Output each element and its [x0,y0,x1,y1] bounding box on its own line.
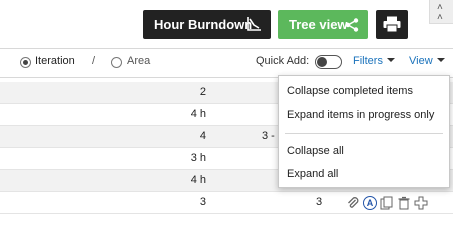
toggle-knob [317,57,327,67]
printer-icon [383,16,401,33]
burndown-chart-icon [247,17,261,31]
menu-item-expand-all[interactable]: Expand all [287,168,338,180]
menu-item-expand-in-progress[interactable]: Expand items in progress only [287,109,434,121]
iteration-label[interactable]: Iteration [35,55,75,67]
copy-icon[interactable] [380,196,394,210]
row-actions: A [346,194,428,212]
remaining-cell: 4 h [190,108,206,120]
add-icon[interactable] [414,196,428,210]
print-button[interactable] [376,10,408,39]
view-dropdown[interactable]: View [409,55,445,67]
caret-down-icon [386,58,395,62]
view-dropdown-menu: Collapse completed items Expand items in… [278,75,450,188]
menu-divider [285,133,443,134]
menu-item-collapse-all[interactable]: Collapse all [287,145,344,157]
tree-view-button[interactable]: Tree view [278,10,368,39]
remaining-cell: 2 [199,86,206,98]
quick-add-toggle[interactable] [315,55,342,69]
iteration-radio[interactable] [20,57,31,68]
pivot-separator: / [92,55,96,67]
attachment-icon[interactable] [346,196,360,210]
pivot-bar: Iteration / Area Quick Add: Filters View [0,48,453,78]
capacity-cell: 3 - [262,130,275,142]
caret-down-icon [436,58,445,62]
double-chevron-up-icon: ˄ ˄ [437,2,443,23]
area-label[interactable]: Area [127,55,150,67]
collapse-header-button[interactable]: ˄ ˄ [429,0,453,24]
estimate-cell: 3 [316,196,323,208]
remaining-cell: 3 [199,196,206,208]
share-icon [345,18,359,32]
remaining-cell: 3 h [190,152,206,164]
filters-label: Filters [353,55,383,67]
assignee-avatar[interactable]: A [363,196,377,210]
remaining-cell: 4 [199,130,206,142]
filters-dropdown[interactable]: Filters [353,55,395,67]
trash-icon[interactable] [397,196,411,210]
remaining-cell: 4 h [190,174,206,186]
area-radio[interactable] [111,57,122,68]
tree-view-label: Tree view [289,17,348,32]
quick-add-label: Quick Add: [256,55,310,67]
top-toolbar: Hour Burndown Tree view ˄ ˄ [0,0,453,48]
table-row[interactable]: 3 3 A [0,192,453,214]
menu-item-collapse-completed[interactable]: Collapse completed items [287,85,413,97]
hour-burndown-button[interactable]: Hour Burndown [143,10,271,39]
view-label: View [409,55,433,67]
hour-burndown-label: Hour Burndown [154,17,253,32]
